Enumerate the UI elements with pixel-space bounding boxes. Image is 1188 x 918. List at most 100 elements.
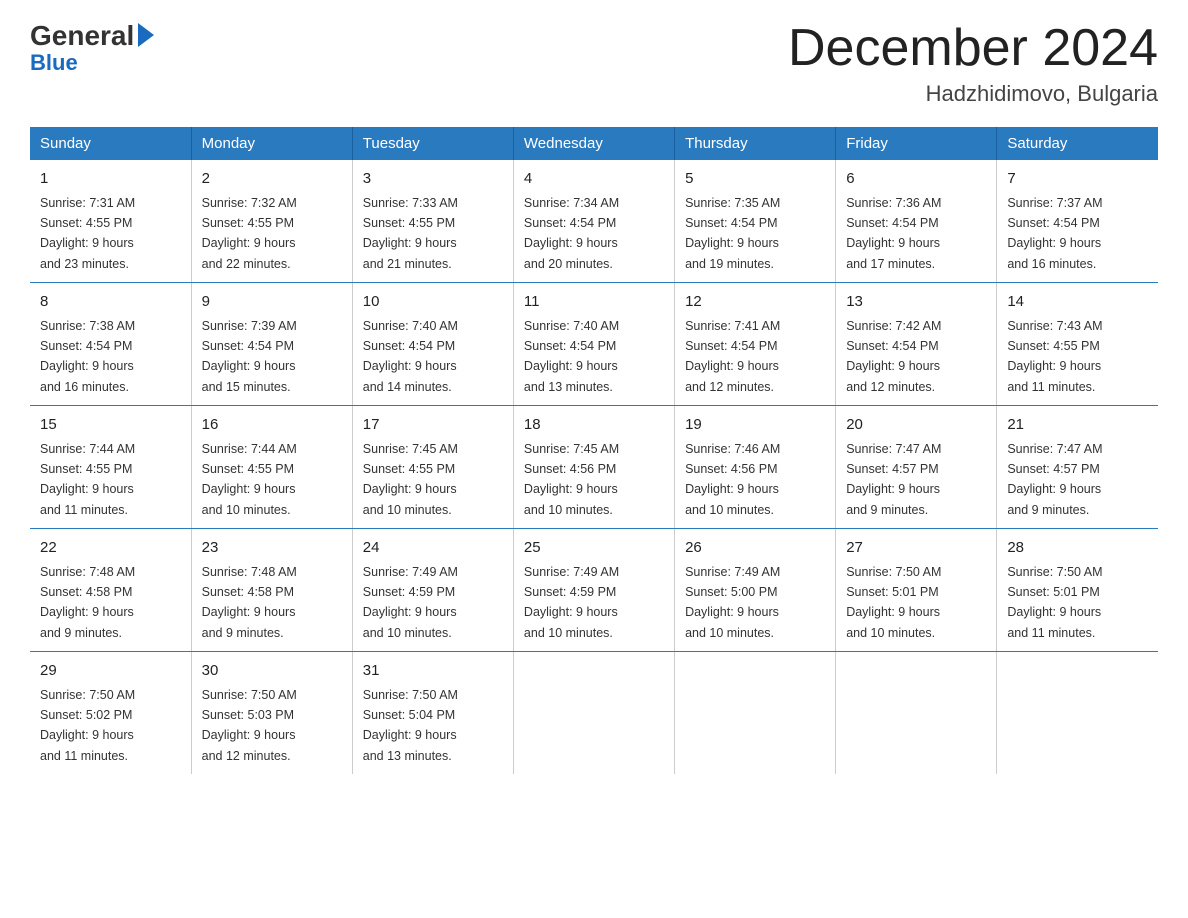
calendar-table: SundayMondayTuesdayWednesdayThursdayFrid… [30, 127, 1158, 774]
header-sunday: Sunday [30, 127, 191, 160]
day-number: 26 [685, 537, 825, 560]
calendar-week-row: 22 Sunrise: 7:48 AMSunset: 4:58 PMDaylig… [30, 529, 1158, 652]
logo-arrow-icon [138, 23, 154, 47]
cell-info: Sunrise: 7:46 AMSunset: 4:56 PMDaylight:… [685, 442, 780, 517]
calendar-week-row: 1 Sunrise: 7:31 AMSunset: 4:55 PMDayligh… [30, 160, 1158, 283]
day-number: 16 [202, 414, 342, 437]
cell-info: Sunrise: 7:44 AMSunset: 4:55 PMDaylight:… [40, 442, 135, 517]
day-number: 27 [846, 537, 986, 560]
day-number: 19 [685, 414, 825, 437]
day-number: 11 [524, 291, 664, 314]
calendar-cell: 13 Sunrise: 7:42 AMSunset: 4:54 PMDaylig… [836, 283, 997, 406]
cell-info: Sunrise: 7:50 AMSunset: 5:01 PMDaylight:… [846, 565, 941, 640]
cell-info: Sunrise: 7:47 AMSunset: 4:57 PMDaylight:… [846, 442, 941, 517]
calendar-cell: 8 Sunrise: 7:38 AMSunset: 4:54 PMDayligh… [30, 283, 191, 406]
cell-info: Sunrise: 7:47 AMSunset: 4:57 PMDaylight:… [1007, 442, 1102, 517]
calendar-cell: 19 Sunrise: 7:46 AMSunset: 4:56 PMDaylig… [675, 406, 836, 529]
calendar-cell: 16 Sunrise: 7:44 AMSunset: 4:55 PMDaylig… [191, 406, 352, 529]
calendar-cell: 17 Sunrise: 7:45 AMSunset: 4:55 PMDaylig… [352, 406, 513, 529]
calendar-cell: 10 Sunrise: 7:40 AMSunset: 4:54 PMDaylig… [352, 283, 513, 406]
day-number: 18 [524, 414, 664, 437]
header-friday: Friday [836, 127, 997, 160]
calendar-cell: 7 Sunrise: 7:37 AMSunset: 4:54 PMDayligh… [997, 160, 1158, 283]
calendar-cell: 22 Sunrise: 7:48 AMSunset: 4:58 PMDaylig… [30, 529, 191, 652]
calendar-week-row: 15 Sunrise: 7:44 AMSunset: 4:55 PMDaylig… [30, 406, 1158, 529]
calendar-cell [836, 652, 997, 775]
day-number: 21 [1007, 414, 1148, 437]
calendar-cell: 15 Sunrise: 7:44 AMSunset: 4:55 PMDaylig… [30, 406, 191, 529]
cell-info: Sunrise: 7:34 AMSunset: 4:54 PMDaylight:… [524, 196, 619, 271]
calendar-cell: 24 Sunrise: 7:49 AMSunset: 4:59 PMDaylig… [352, 529, 513, 652]
day-number: 8 [40, 291, 181, 314]
header-wednesday: Wednesday [513, 127, 674, 160]
calendar-header-row: SundayMondayTuesdayWednesdayThursdayFrid… [30, 127, 1158, 160]
calendar-cell: 29 Sunrise: 7:50 AMSunset: 5:02 PMDaylig… [30, 652, 191, 775]
cell-info: Sunrise: 7:50 AMSunset: 5:01 PMDaylight:… [1007, 565, 1102, 640]
day-number: 9 [202, 291, 342, 314]
calendar-cell: 31 Sunrise: 7:50 AMSunset: 5:04 PMDaylig… [352, 652, 513, 775]
calendar-cell: 2 Sunrise: 7:32 AMSunset: 4:55 PMDayligh… [191, 160, 352, 283]
cell-info: Sunrise: 7:40 AMSunset: 4:54 PMDaylight:… [524, 319, 619, 394]
location-title: Hadzhidimovo, Bulgaria [788, 81, 1158, 107]
calendar-cell: 20 Sunrise: 7:47 AMSunset: 4:57 PMDaylig… [836, 406, 997, 529]
day-number: 12 [685, 291, 825, 314]
calendar-cell: 1 Sunrise: 7:31 AMSunset: 4:55 PMDayligh… [30, 160, 191, 283]
cell-info: Sunrise: 7:33 AMSunset: 4:55 PMDaylight:… [363, 196, 458, 271]
day-number: 1 [40, 168, 181, 191]
day-number: 14 [1007, 291, 1148, 314]
day-number: 28 [1007, 537, 1148, 560]
calendar-cell: 18 Sunrise: 7:45 AMSunset: 4:56 PMDaylig… [513, 406, 674, 529]
calendar-cell: 4 Sunrise: 7:34 AMSunset: 4:54 PMDayligh… [513, 160, 674, 283]
cell-info: Sunrise: 7:50 AMSunset: 5:02 PMDaylight:… [40, 688, 135, 763]
calendar-cell: 25 Sunrise: 7:49 AMSunset: 4:59 PMDaylig… [513, 529, 674, 652]
day-number: 25 [524, 537, 664, 560]
day-number: 5 [685, 168, 825, 191]
calendar-cell: 9 Sunrise: 7:39 AMSunset: 4:54 PMDayligh… [191, 283, 352, 406]
cell-info: Sunrise: 7:44 AMSunset: 4:55 PMDaylight:… [202, 442, 297, 517]
cell-info: Sunrise: 7:49 AMSunset: 4:59 PMDaylight:… [524, 565, 619, 640]
cell-info: Sunrise: 7:41 AMSunset: 4:54 PMDaylight:… [685, 319, 780, 394]
cell-info: Sunrise: 7:48 AMSunset: 4:58 PMDaylight:… [202, 565, 297, 640]
day-number: 15 [40, 414, 181, 437]
calendar-cell: 21 Sunrise: 7:47 AMSunset: 4:57 PMDaylig… [997, 406, 1158, 529]
cell-info: Sunrise: 7:32 AMSunset: 4:55 PMDaylight:… [202, 196, 297, 271]
cell-info: Sunrise: 7:39 AMSunset: 4:54 PMDaylight:… [202, 319, 297, 394]
calendar-cell: 26 Sunrise: 7:49 AMSunset: 5:00 PMDaylig… [675, 529, 836, 652]
header-tuesday: Tuesday [352, 127, 513, 160]
day-number: 6 [846, 168, 986, 191]
header-monday: Monday [191, 127, 352, 160]
day-number: 2 [202, 168, 342, 191]
page-header: General Blue December 2024 Hadzhidimovo,… [30, 20, 1158, 107]
title-block: December 2024 Hadzhidimovo, Bulgaria [788, 20, 1158, 107]
cell-info: Sunrise: 7:45 AMSunset: 4:55 PMDaylight:… [363, 442, 458, 517]
cell-info: Sunrise: 7:43 AMSunset: 4:55 PMDaylight:… [1007, 319, 1102, 394]
calendar-week-row: 8 Sunrise: 7:38 AMSunset: 4:54 PMDayligh… [30, 283, 1158, 406]
calendar-cell: 6 Sunrise: 7:36 AMSunset: 4:54 PMDayligh… [836, 160, 997, 283]
day-number: 13 [846, 291, 986, 314]
day-number: 29 [40, 660, 181, 683]
calendar-cell: 30 Sunrise: 7:50 AMSunset: 5:03 PMDaylig… [191, 652, 352, 775]
cell-info: Sunrise: 7:50 AMSunset: 5:04 PMDaylight:… [363, 688, 458, 763]
calendar-cell [997, 652, 1158, 775]
calendar-cell: 14 Sunrise: 7:43 AMSunset: 4:55 PMDaylig… [997, 283, 1158, 406]
header-thursday: Thursday [675, 127, 836, 160]
calendar-cell: 5 Sunrise: 7:35 AMSunset: 4:54 PMDayligh… [675, 160, 836, 283]
calendar-cell [513, 652, 674, 775]
cell-info: Sunrise: 7:45 AMSunset: 4:56 PMDaylight:… [524, 442, 619, 517]
day-number: 24 [363, 537, 503, 560]
calendar-cell: 28 Sunrise: 7:50 AMSunset: 5:01 PMDaylig… [997, 529, 1158, 652]
day-number: 23 [202, 537, 342, 560]
day-number: 20 [846, 414, 986, 437]
day-number: 31 [363, 660, 503, 683]
cell-info: Sunrise: 7:35 AMSunset: 4:54 PMDaylight:… [685, 196, 780, 271]
day-number: 7 [1007, 168, 1148, 191]
month-title: December 2024 [788, 20, 1158, 77]
header-saturday: Saturday [997, 127, 1158, 160]
calendar-cell: 3 Sunrise: 7:33 AMSunset: 4:55 PMDayligh… [352, 160, 513, 283]
cell-info: Sunrise: 7:38 AMSunset: 4:54 PMDaylight:… [40, 319, 135, 394]
cell-info: Sunrise: 7:42 AMSunset: 4:54 PMDaylight:… [846, 319, 941, 394]
day-number: 4 [524, 168, 664, 191]
calendar-week-row: 29 Sunrise: 7:50 AMSunset: 5:02 PMDaylig… [30, 652, 1158, 775]
cell-info: Sunrise: 7:50 AMSunset: 5:03 PMDaylight:… [202, 688, 297, 763]
day-number: 30 [202, 660, 342, 683]
